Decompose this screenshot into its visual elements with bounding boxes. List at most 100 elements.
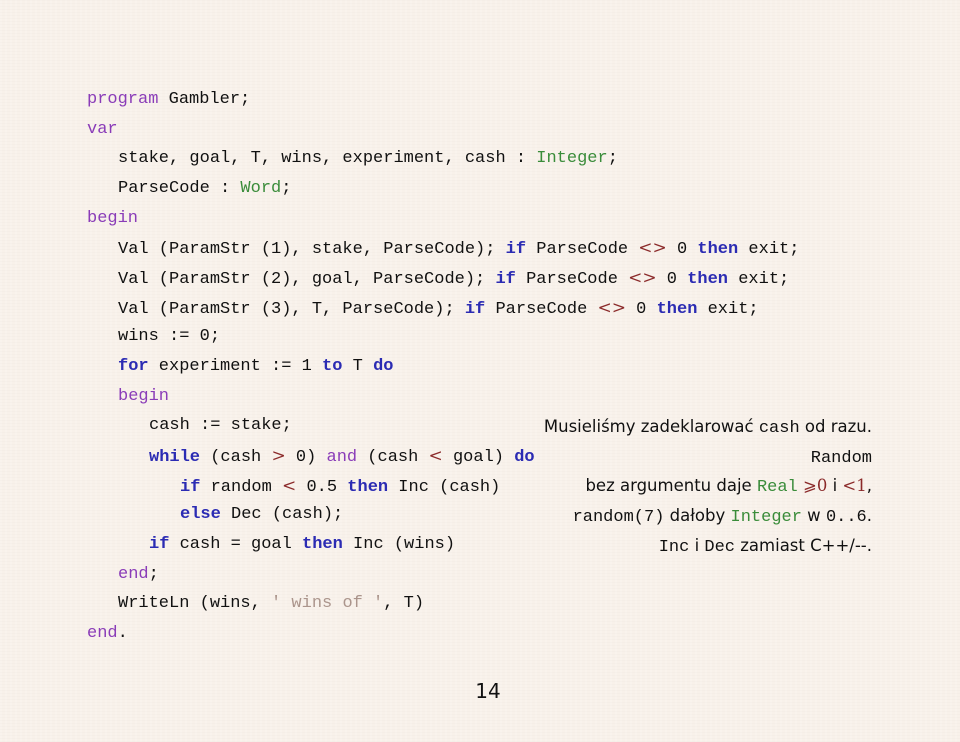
code-text: .: [117, 623, 128, 643]
keyword: if: [180, 477, 201, 497]
note-line: Musieliśmy zadeklarować cash od razu.: [544, 415, 872, 445]
code-text: 0): [285, 447, 327, 467]
code-line: WriteLn (wins, ' wins of ', T): [87, 592, 799, 622]
code-text: (cash: [200, 447, 272, 467]
code-text: Inc (cash): [388, 477, 501, 497]
note-text: dałoby: [664, 505, 731, 525]
note-text: bez argumentu daje: [585, 476, 757, 496]
keyword: if: [464, 299, 486, 319]
note-text: i: [689, 535, 705, 555]
code-line: begin: [87, 385, 799, 415]
code-text: exit;: [697, 299, 759, 319]
code-line: program Gambler;: [87, 88, 799, 118]
type-name: Integer: [536, 149, 608, 169]
code-line: Val (ParamStr (3), T, ParseCode); if Par…: [87, 296, 799, 326]
code-listing: program Gambler; var stake, goal, T, win…: [87, 88, 799, 651]
note-line: bez argumentu daje Real ⩾0 i <1,: [544, 474, 872, 504]
code-text: exit;: [738, 240, 800, 260]
code-text: stake, goal, T, wins, experiment, cash :: [118, 149, 537, 169]
code-term: Dec: [704, 537, 736, 557]
code-text: Val (ParamStr (1), stake, ParseCode);: [118, 240, 506, 260]
keyword: if: [149, 534, 170, 554]
code-text: 0: [656, 269, 688, 289]
code-text: Dec (cash);: [220, 505, 344, 525]
code-text: WriteLn (wins,: [118, 594, 272, 614]
keyword: to: [322, 356, 343, 376]
type-name: Real: [756, 478, 798, 498]
code-text: random: [200, 477, 283, 497]
keyword: do: [514, 447, 535, 467]
keyword: begin: [118, 386, 170, 406]
operator: <: [428, 445, 443, 466]
keyword: if: [505, 240, 527, 260]
page-number: 14: [475, 679, 501, 703]
code-text: ParseCode: [515, 269, 629, 289]
code-text: Gambler;: [158, 90, 251, 109]
code-text: experiment := 1: [148, 356, 323, 376]
note-line: Inc i Dec zamiast C++/--.: [544, 534, 872, 564]
keyword: then: [656, 299, 698, 319]
operator: <: [282, 475, 297, 496]
code-text: 0: [625, 299, 657, 319]
code-term: cash: [758, 419, 800, 438]
code-line: begin: [87, 207, 799, 237]
code-text: ParseCode: [485, 299, 598, 319]
keyword: for: [118, 356, 149, 376]
side-notes: Musieliśmy zadeklarować cash od razu. Ra…: [544, 415, 872, 563]
keyword: var: [87, 119, 118, 139]
keyword: then: [687, 269, 729, 289]
keyword: program: [87, 90, 159, 109]
note-line: Random: [544, 445, 872, 475]
keyword: end: [87, 623, 118, 643]
keyword: begin: [87, 208, 139, 228]
code-text: 0: [666, 240, 698, 260]
code-term: Random: [810, 448, 872, 468]
note-text: Musieliśmy zadeklarować: [543, 417, 759, 436]
code-term: random(7): [572, 507, 665, 527]
math-expr: <1: [842, 476, 867, 496]
code-text: Inc (wins): [342, 534, 456, 554]
code-line: Val (ParamStr (2), goal, ParseCode); if …: [87, 266, 799, 296]
keyword: and: [326, 447, 358, 467]
note-text: w: [801, 505, 826, 525]
code-text: ParseCode: [526, 240, 639, 260]
note-text: ,: [866, 476, 872, 496]
code-text: (cash: [357, 447, 429, 467]
keyword: end: [118, 564, 149, 584]
keyword: then: [697, 240, 739, 260]
string-literal: ' wins of ': [271, 594, 384, 614]
code-text: ;: [281, 178, 292, 198]
code-term: 0..6: [825, 507, 867, 527]
note-text: od razu.: [799, 417, 872, 436]
code-line: for experiment := 1 to T do: [87, 355, 799, 385]
code-text: ;: [607, 149, 618, 169]
code-line: var: [87, 118, 799, 148]
type-name: Word: [240, 178, 282, 198]
keyword: then: [347, 477, 389, 497]
math-expr: ⩾0: [797, 476, 828, 496]
keyword: do: [373, 356, 394, 376]
keyword: then: [302, 534, 343, 554]
code-text: Val (ParamStr (3), T, ParseCode);: [118, 299, 465, 319]
code-text: cash = goal: [169, 534, 303, 554]
code-line: end;: [87, 563, 799, 593]
code-text: Val (ParamStr (2), goal, ParseCode);: [118, 269, 496, 289]
code-term: Inc: [658, 537, 690, 557]
code-text: goal): [442, 447, 515, 467]
note-text: i: [827, 476, 843, 496]
note-text: .: [866, 505, 872, 525]
operator: <>: [597, 297, 626, 318]
code-text: , T): [383, 594, 425, 614]
keyword: while: [149, 447, 201, 467]
code-line: ParseCode : Word;: [87, 177, 799, 207]
code-text: T: [342, 356, 374, 376]
code-text: exit;: [728, 269, 790, 289]
code-line: stake, goal, T, wins, experiment, cash :…: [87, 147, 799, 177]
code-text: wins := 0;: [118, 327, 221, 347]
operator: >: [271, 445, 286, 466]
type-name: Integer: [730, 507, 802, 527]
keyword: if: [495, 269, 516, 289]
code-line: wins := 0;: [87, 325, 799, 355]
note-line: random(7) dałoby Integer w 0..6.: [544, 504, 872, 534]
code-text: ParseCode :: [118, 178, 241, 198]
